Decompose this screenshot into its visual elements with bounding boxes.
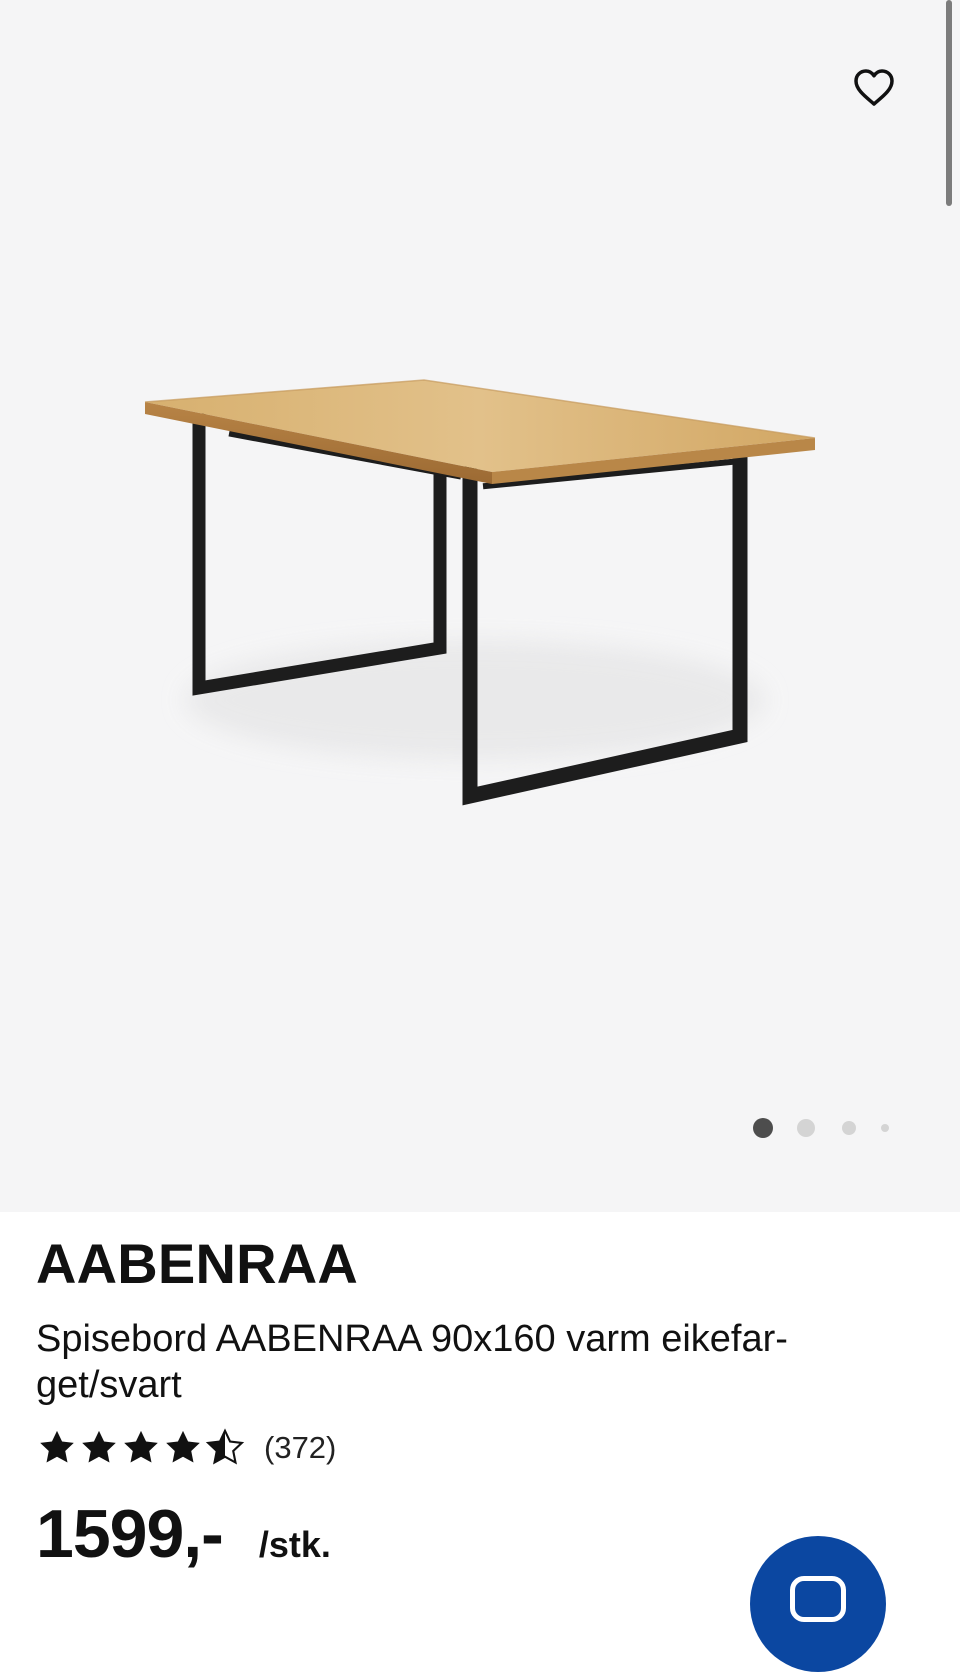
favorite-button[interactable]: [846, 60, 902, 116]
scrollbar-thumb[interactable]: [946, 0, 952, 206]
product-title: Spisebord AABENRAA 90x160 varm eikefar-g…: [36, 1318, 788, 1406]
gallery-dot-3[interactable]: [842, 1121, 856, 1135]
chat-button[interactable]: [750, 1536, 886, 1672]
product-rating[interactable]: (372): [36, 1426, 336, 1470]
price-value: 1599,-: [36, 1496, 224, 1572]
gallery-dot-1[interactable]: [753, 1118, 773, 1138]
product-image-gallery[interactable]: [0, 0, 960, 1212]
star-full-icon: [166, 1430, 200, 1463]
heart-icon: [854, 69, 894, 106]
gallery-dot-4[interactable]: [881, 1124, 889, 1132]
star-full-icon: [82, 1430, 116, 1463]
rating-stars: [36, 1427, 246, 1469]
product-brand: AABENRAA: [36, 1232, 359, 1295]
gallery-dot-2[interactable]: [797, 1119, 815, 1137]
gallery-pagination: [740, 1118, 900, 1140]
star-full-icon: [40, 1430, 74, 1463]
price-unit: /stk.: [258, 1524, 331, 1565]
rating-count[interactable]: (372): [264, 1430, 336, 1466]
product-image[interactable]: [0, 0, 960, 1212]
chat-bubble-icon: [790, 1576, 846, 1622]
star-full-icon: [124, 1430, 158, 1463]
product-price: 1599,- /stk.: [36, 1500, 331, 1568]
star-half-icon: [205, 1428, 245, 1465]
